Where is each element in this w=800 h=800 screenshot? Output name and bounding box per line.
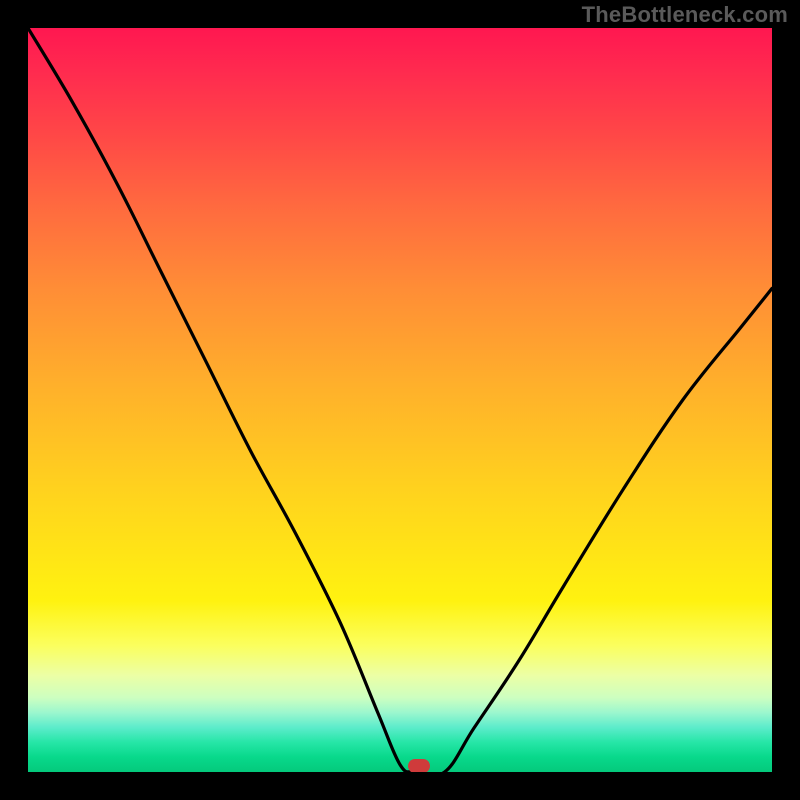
chart-frame: TheBottleneck.com (0, 0, 800, 800)
bottleneck-curve (28, 28, 772, 772)
watermark-text: TheBottleneck.com (582, 2, 788, 28)
optimal-point-marker (408, 759, 430, 772)
curve-path (28, 28, 772, 772)
plot-area (28, 28, 772, 772)
